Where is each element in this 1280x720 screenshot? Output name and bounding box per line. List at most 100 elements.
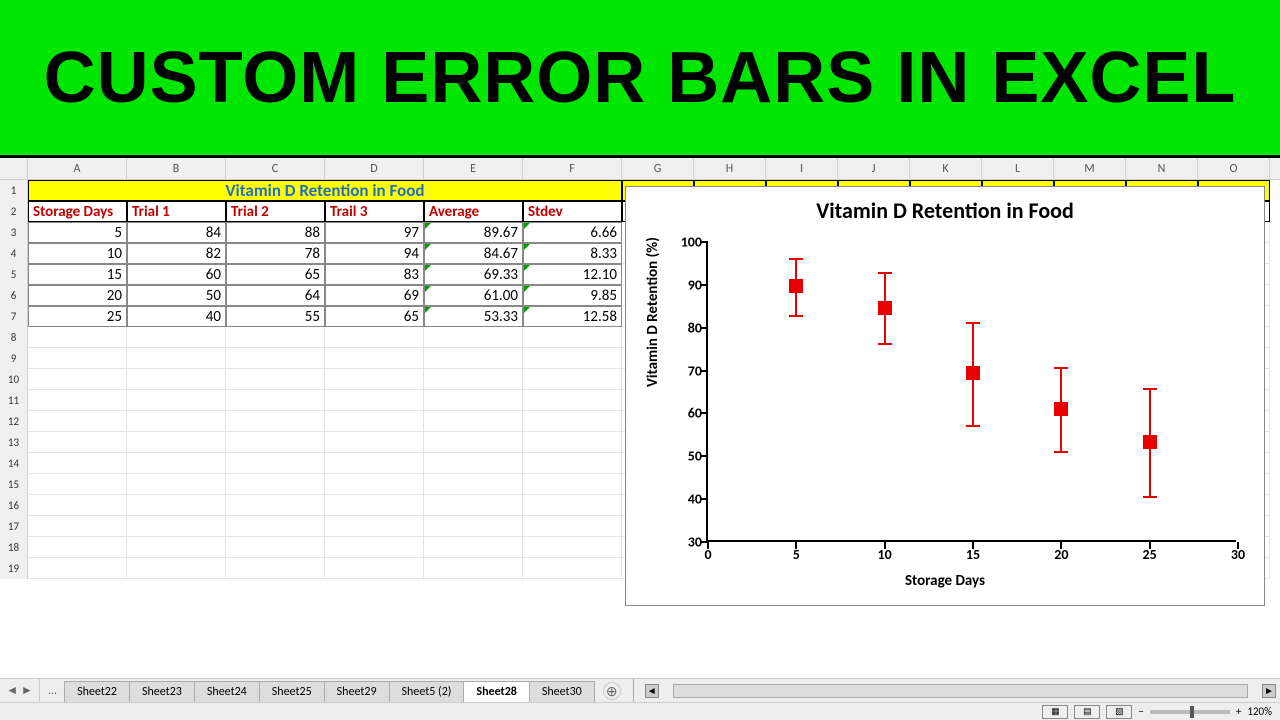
cell[interactable]: [424, 474, 523, 495]
cell[interactable]: [523, 558, 622, 579]
data-point[interactable]: [1143, 435, 1157, 449]
cell[interactable]: [226, 537, 325, 558]
cell[interactable]: [226, 390, 325, 411]
cell[interactable]: [226, 327, 325, 348]
column-header-J[interactable]: J: [838, 158, 910, 179]
row-header-11[interactable]: 11: [0, 390, 28, 411]
table-cell[interactable]: 5: [28, 222, 127, 243]
column-header-C[interactable]: C: [226, 158, 325, 179]
column-header-K[interactable]: K: [910, 158, 982, 179]
table-cell[interactable]: 89.67: [424, 222, 523, 243]
column-header-H[interactable]: H: [694, 158, 766, 179]
cell[interactable]: [28, 537, 127, 558]
column-header-O[interactable]: O: [1198, 158, 1270, 179]
sheet-tab[interactable]: Sheet5 (2): [389, 681, 465, 702]
column-header-N[interactable]: N: [1126, 158, 1198, 179]
cell[interactable]: [523, 348, 622, 369]
cell[interactable]: [127, 348, 226, 369]
cell[interactable]: [325, 327, 424, 348]
column-header-I[interactable]: I: [766, 158, 838, 179]
zoom-in-button[interactable]: +: [1236, 705, 1241, 718]
column-header-D[interactable]: D: [325, 158, 424, 179]
sheet-tab[interactable]: Sheet22: [64, 681, 130, 702]
cell[interactable]: [424, 495, 523, 516]
data-point[interactable]: [878, 301, 892, 315]
cell[interactable]: [28, 453, 127, 474]
row-header-15[interactable]: 15: [0, 474, 28, 495]
table-cell[interactable]: 97: [325, 222, 424, 243]
cell[interactable]: [424, 432, 523, 453]
row-header-12[interactable]: 12: [0, 411, 28, 432]
row-header-9[interactable]: 9: [0, 348, 28, 369]
cell[interactable]: [424, 453, 523, 474]
cell[interactable]: [127, 327, 226, 348]
cell[interactable]: [28, 558, 127, 579]
cell[interactable]: [424, 411, 523, 432]
table-cell[interactable]: 65: [226, 264, 325, 285]
row-header-16[interactable]: 16: [0, 495, 28, 516]
view-layout-icon[interactable]: ▤: [1074, 705, 1100, 719]
cell[interactable]: [226, 348, 325, 369]
cell[interactable]: [325, 411, 424, 432]
row-header-3[interactable]: 3: [0, 222, 28, 243]
table-cell[interactable]: 94: [325, 243, 424, 264]
table-cell[interactable]: 88: [226, 222, 325, 243]
row-header-1[interactable]: 1: [0, 180, 28, 201]
cell[interactable]: [523, 390, 622, 411]
table-cell[interactable]: 84: [127, 222, 226, 243]
cell[interactable]: [226, 432, 325, 453]
scroll-left-button[interactable]: ◄: [645, 684, 659, 698]
cell[interactable]: [325, 558, 424, 579]
column-header-A[interactable]: A: [28, 158, 127, 179]
cell[interactable]: [127, 474, 226, 495]
zoom-level[interactable]: 120%: [1247, 705, 1272, 718]
zoom-out-button[interactable]: −: [1138, 705, 1143, 718]
tab-nav-arrows[interactable]: ◄ ►: [0, 679, 40, 702]
row-header-10[interactable]: 10: [0, 369, 28, 390]
cell[interactable]: [325, 453, 424, 474]
table-cell[interactable]: 6.66: [523, 222, 622, 243]
cell[interactable]: [127, 390, 226, 411]
column-header-M[interactable]: M: [1054, 158, 1126, 179]
cell[interactable]: [226, 495, 325, 516]
column-header-F[interactable]: F: [523, 158, 622, 179]
cell[interactable]: [226, 474, 325, 495]
cell[interactable]: [226, 369, 325, 390]
row-header-13[interactable]: 13: [0, 432, 28, 453]
cell[interactable]: [523, 453, 622, 474]
horizontal-scrollbar[interactable]: ◄ ►: [641, 679, 1280, 702]
table-header-1[interactable]: Trial 1: [127, 201, 226, 222]
table-header-5[interactable]: Stdev: [523, 201, 622, 222]
table-cell[interactable]: 60: [127, 264, 226, 285]
cell[interactable]: [523, 411, 622, 432]
row-header-19[interactable]: 19: [0, 558, 28, 579]
cell[interactable]: [523, 327, 622, 348]
cell[interactable]: [127, 537, 226, 558]
table-cell[interactable]: 12.58: [523, 306, 622, 327]
table-cell[interactable]: 83: [325, 264, 424, 285]
row-header-8[interactable]: 8: [0, 327, 28, 348]
cell[interactable]: [523, 369, 622, 390]
table-header-3[interactable]: Trail 3: [325, 201, 424, 222]
zoom-slider[interactable]: [1150, 710, 1230, 714]
scroll-right-button[interactable]: ►: [1262, 684, 1276, 698]
cell[interactable]: [424, 390, 523, 411]
cell[interactable]: [424, 558, 523, 579]
sheet-tab[interactable]: Sheet29: [324, 681, 390, 702]
chart-container[interactable]: Vitamin D Retention in Food Vitamin D Re…: [625, 186, 1265, 606]
table-cell[interactable]: 78: [226, 243, 325, 264]
cell[interactable]: [127, 369, 226, 390]
sheet-tab[interactable]: Sheet23: [129, 681, 195, 702]
cell[interactable]: [28, 327, 127, 348]
table-cell[interactable]: 53.33: [424, 306, 523, 327]
cell[interactable]: [28, 516, 127, 537]
data-point[interactable]: [966, 366, 980, 380]
table-cell[interactable]: 82: [127, 243, 226, 264]
table-title[interactable]: Vitamin D Retention in Food: [28, 180, 622, 201]
sheet-tab[interactable]: Sheet28: [463, 681, 529, 702]
cell[interactable]: [28, 390, 127, 411]
cell[interactable]: [325, 516, 424, 537]
row-header-4[interactable]: 4: [0, 243, 28, 264]
cell[interactable]: [127, 558, 226, 579]
view-normal-icon[interactable]: ▦: [1042, 705, 1068, 719]
